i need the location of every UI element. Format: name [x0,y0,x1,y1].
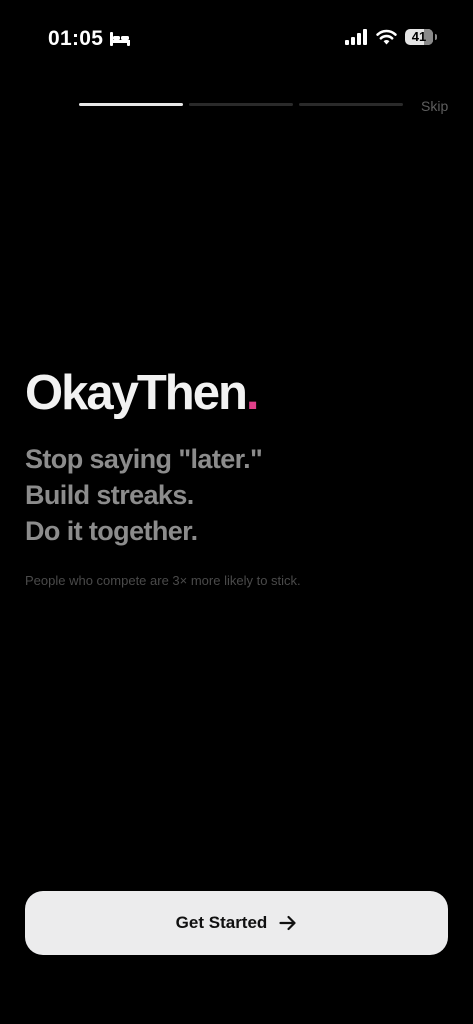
tagline-2: Build streaks. [25,480,194,510]
get-started-label: Get Started [175,913,268,932]
signal-icon [345,29,367,45]
get-started-button[interactable]: Get Started [25,891,448,955]
wifi-icon [376,29,397,45]
battery-tip [435,34,437,40]
stat-note: People who compete are 3× more likely to… [25,573,301,588]
arrow-right-icon [279,915,296,931]
onboarding-progress [79,103,403,106]
status-time: 01:05 [48,27,104,50]
bed-icon [110,32,131,46]
progress-step-3 [299,103,403,106]
status-indicators: 41 [345,29,437,45]
tagline-1: Stop saying "later." [25,444,263,474]
brand-name: OkayThen [25,366,248,420]
status-bar: 01:05 41 [0,0,473,76]
progress-step-1 [79,103,183,106]
skip-button[interactable]: Skip [421,97,448,115]
progress-step-2 [189,103,293,106]
tagline-3: Do it together. [25,516,198,546]
brand-dot: . [245,366,260,420]
battery-icon: 41 [405,29,437,45]
brand-title: OkayThen. [25,365,260,421]
battery-level: 41 [411,29,427,44]
time-group: 01:05 [48,27,131,51]
tagline-group: Stop saying "later." Build streaks. Do i… [25,441,263,549]
